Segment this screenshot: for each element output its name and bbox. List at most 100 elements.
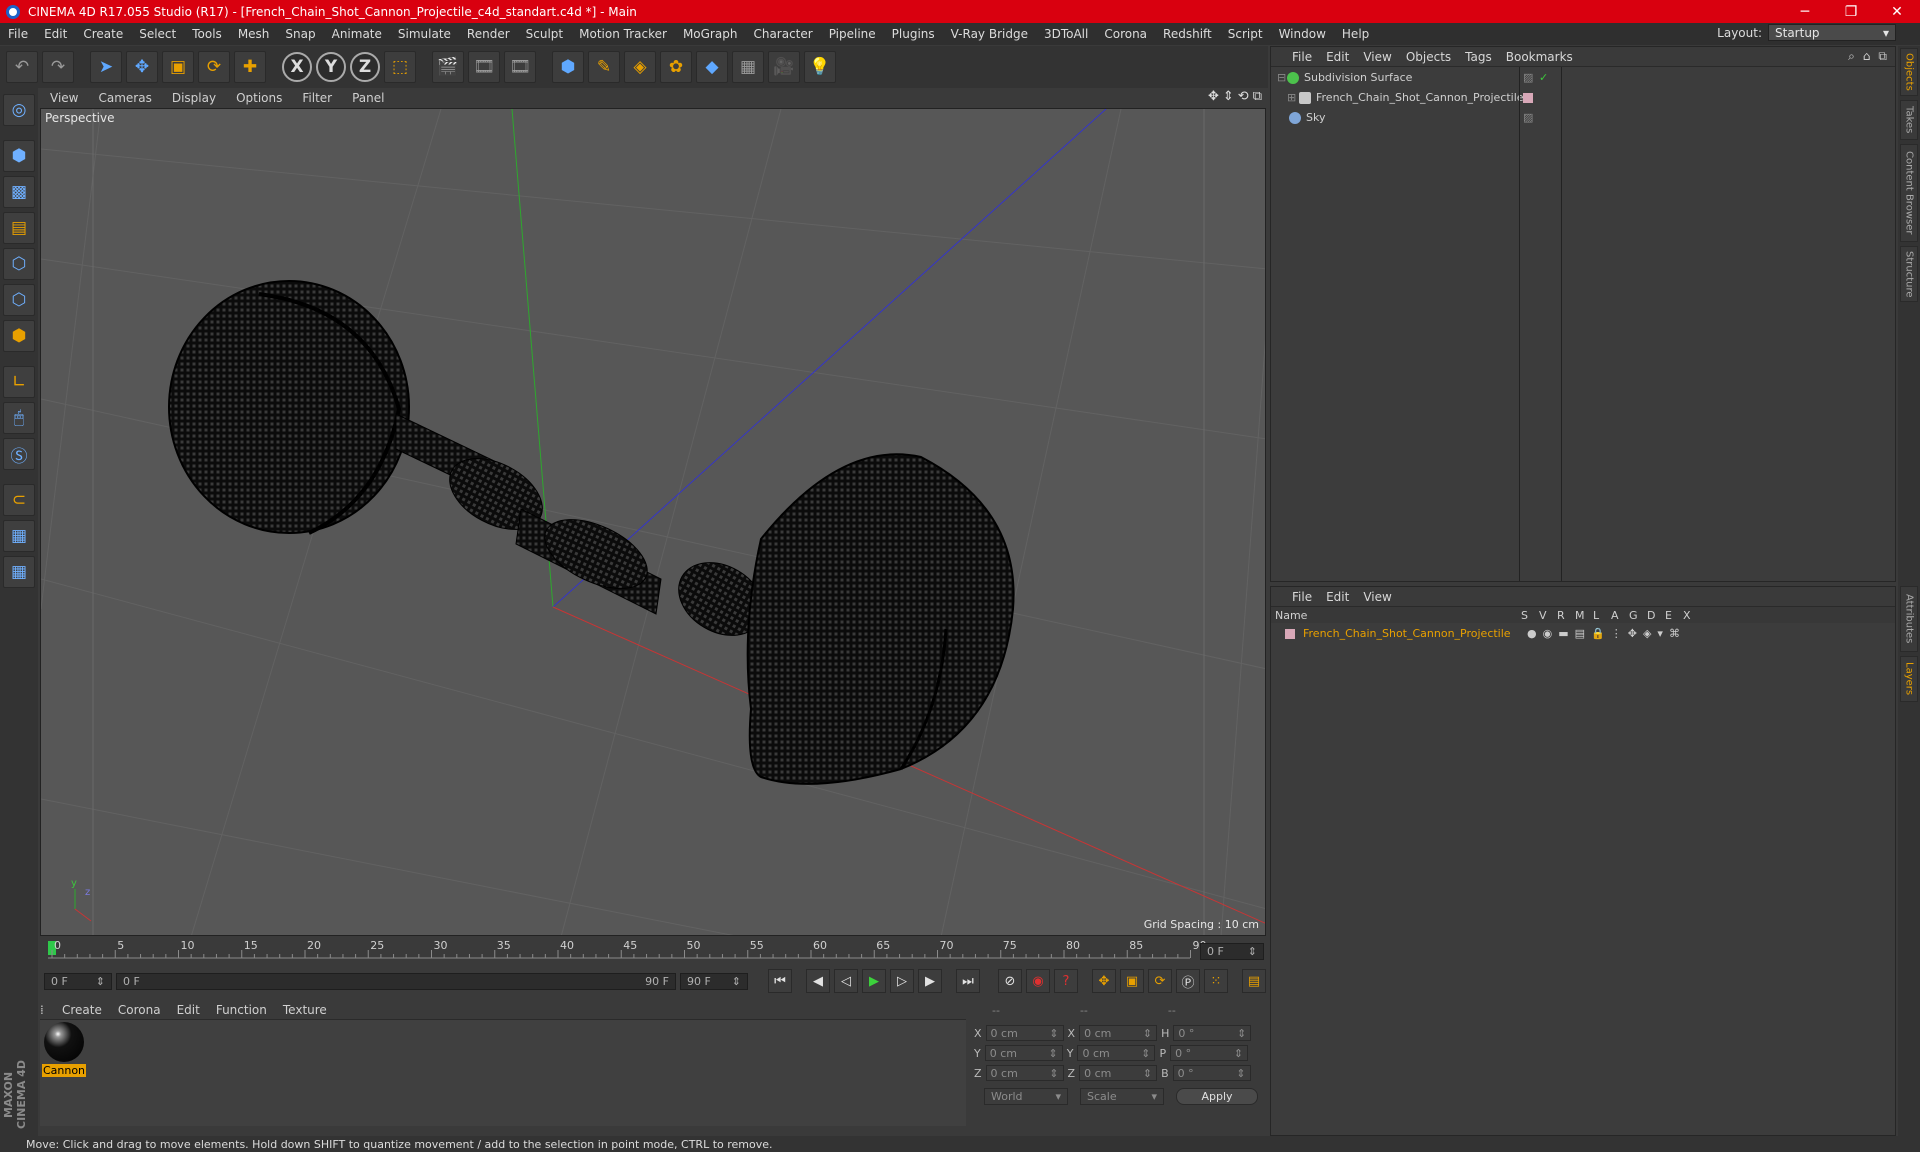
render-icon[interactable]: ▬ [1558, 627, 1568, 640]
add-camera-button[interactable]: 🎥 [768, 51, 800, 83]
viewport-menu-options[interactable]: Options [226, 91, 292, 105]
menu-render[interactable]: Render [459, 27, 518, 41]
add-cube-button[interactable]: ⬢ [552, 51, 584, 83]
edit-tag-icon[interactable]: ▨ [1523, 111, 1533, 124]
menu-redshift[interactable]: Redshift [1155, 27, 1220, 41]
add-floor-button[interactable]: ▦ [732, 51, 764, 83]
go-to-start-button[interactable]: ⏮ [768, 969, 792, 993]
render-settings-button[interactable]: 🎞 [504, 51, 536, 83]
coordinate-mode-dropdown[interactable]: World ▾ [984, 1088, 1068, 1105]
menu-vray-bridge[interactable]: V-Ray Bridge [943, 27, 1036, 41]
material-swatch-cannon[interactable]: Cannon [42, 1022, 86, 1080]
solo-mode-button[interactable]: Ⓢ [3, 438, 35, 470]
menu-sculpt[interactable]: Sculpt [518, 27, 571, 41]
solo-dot-icon[interactable]: ● [1527, 627, 1537, 640]
add-deformer-button[interactable]: ◆ [696, 51, 728, 83]
layer-menu-edit[interactable]: Edit [1319, 590, 1356, 604]
menu-corona[interactable]: Corona [1096, 27, 1155, 41]
rotate-tool-button[interactable]: ⟳ [198, 51, 230, 83]
material-menu-function[interactable]: Function [208, 1003, 275, 1017]
next-key-button[interactable]: ▶ [918, 969, 942, 993]
menu-plugins[interactable]: Plugins [884, 27, 943, 41]
menu-mesh[interactable]: Mesh [230, 27, 278, 41]
object-menu-tags[interactable]: Tags [1458, 50, 1499, 64]
xref-icon[interactable]: ⌘ [1669, 627, 1680, 640]
autokeying-button[interactable]: ? [1054, 969, 1078, 993]
object-row-french-chain-shot[interactable]: ⊞ French_Chain_Shot_Cannon_Projectile [1271, 89, 1895, 106]
pan-icon[interactable]: ✥ [1208, 89, 1219, 104]
rotation-p-field[interactable]: 0 ° ⇕ [1170, 1045, 1249, 1061]
scale-tool-button[interactable]: ▣ [162, 51, 194, 83]
close-button[interactable]: ✕ [1874, 0, 1920, 23]
redo-button[interactable]: ↷ [42, 51, 74, 83]
material-menu-corona[interactable]: Corona [110, 1003, 169, 1017]
polygon-mode-button[interactable]: ⬢ [3, 320, 35, 352]
dolly-icon[interactable]: ⇕ [1223, 89, 1234, 104]
menu-pipeline[interactable]: Pipeline [821, 27, 884, 41]
end-frame-field[interactable]: 90 F ⇕ [680, 972, 748, 990]
eye-icon[interactable]: ◉ [1543, 627, 1553, 640]
object-menu-bookmarks[interactable]: Bookmarks [1499, 50, 1580, 64]
material-menu-texture[interactable]: Texture [275, 1003, 335, 1017]
menu-select[interactable]: Select [131, 27, 184, 41]
render-picture-viewer-button[interactable]: 🎞 [468, 51, 500, 83]
frame-range-slider[interactable]: 0 F 90 F [116, 972, 676, 990]
coordinate-system-button[interactable]: ⬚ [384, 51, 416, 83]
layer-menu-file[interactable]: File [1285, 590, 1319, 604]
workplane-mode-button[interactable]: ▤ [3, 212, 35, 244]
model-mode-button[interactable]: ⬢ [3, 140, 35, 172]
orbit-icon[interactable]: ⟲ [1238, 89, 1249, 104]
object-menu-file[interactable]: File [1285, 50, 1319, 64]
tweak-mode-button[interactable]: 🖱 [3, 402, 35, 434]
object-row-sky[interactable]: Sky ▨ [1271, 109, 1895, 126]
axis-mode-button[interactable]: ∟ [3, 366, 35, 398]
menu-create[interactable]: Create [75, 27, 131, 41]
move-tool-button[interactable]: ✥ [126, 51, 158, 83]
menu-script[interactable]: Script [1220, 27, 1271, 41]
rotation-b-field[interactable]: 0 ° ⇕ [1172, 1065, 1251, 1081]
add-mograph-button[interactable]: ✿ [660, 51, 692, 83]
animation-icon[interactable]: ⋮ [1611, 627, 1622, 640]
position-y-field[interactable]: 0 cm ⇕ [984, 1045, 1063, 1061]
snap-button[interactable]: ⊂ [3, 484, 35, 516]
enabled-check-icon[interactable]: ✓ [1539, 71, 1548, 84]
layer-row[interactable]: French_Chain_Shot_Cannon_Projectile ● ◉ … [1271, 625, 1895, 642]
menu-file[interactable]: File [0, 27, 36, 41]
texture-mode-button[interactable]: ▩ [3, 176, 35, 208]
make-editable-button[interactable]: ◎ [3, 94, 35, 126]
object-menu-edit[interactable]: Edit [1319, 50, 1356, 64]
point-mode-button[interactable]: ⬡ [3, 248, 35, 280]
last-tool-button[interactable]: ✚ [234, 51, 266, 83]
previous-frame-button[interactable]: ◁ [834, 969, 858, 993]
viewport-menu-display[interactable]: Display [162, 91, 226, 105]
restore-button[interactable]: ❐ [1828, 0, 1874, 23]
menu-mograph[interactable]: MoGraph [675, 27, 746, 41]
play-button[interactable]: ▶ [862, 969, 886, 993]
tab-objects[interactable]: Objects [1900, 48, 1918, 96]
z-axis-lock-button[interactable]: Z [350, 52, 380, 82]
layer-color-swatch[interactable] [1285, 628, 1295, 639]
search-icon[interactable]: ⌕ [1848, 49, 1855, 64]
expression-icon[interactable]: ▾ [1657, 627, 1663, 640]
menu-edit[interactable]: Edit [36, 27, 75, 41]
manager-icon[interactable]: ▤ [1575, 627, 1585, 640]
start-frame-field[interactable]: 0 F ⇕ [44, 972, 112, 990]
size-mode-dropdown[interactable]: Scale ▾ [1080, 1088, 1164, 1105]
object-menu-objects[interactable]: Objects [1399, 50, 1458, 64]
lock-workplane-button[interactable]: ▦ [3, 520, 35, 552]
add-spline-button[interactable]: ✎ [588, 51, 620, 83]
object-menu-view[interactable]: View [1356, 50, 1398, 64]
menu-simulate[interactable]: Simulate [390, 27, 459, 41]
deformer-icon[interactable]: ◈ [1643, 627, 1651, 640]
select-tool-button[interactable]: ➤ [90, 51, 122, 83]
menu-window[interactable]: Window [1271, 27, 1334, 41]
lock-icon[interactable]: 🔒 [1591, 627, 1605, 640]
size-z-field[interactable]: 0 cm ⇕ [1079, 1065, 1158, 1081]
minimize-button[interactable]: ─ [1782, 0, 1828, 23]
tab-layers[interactable]: Layers [1900, 656, 1918, 702]
planar-workplane-button[interactable]: ▦ [3, 556, 35, 588]
key-pla-button[interactable]: ⁙ [1204, 969, 1228, 993]
layout-dropdown[interactable]: Startup ▾ [1768, 24, 1896, 41]
viewport-menu-filter[interactable]: Filter [292, 91, 342, 105]
edge-mode-button[interactable]: ⬡ [3, 284, 35, 316]
